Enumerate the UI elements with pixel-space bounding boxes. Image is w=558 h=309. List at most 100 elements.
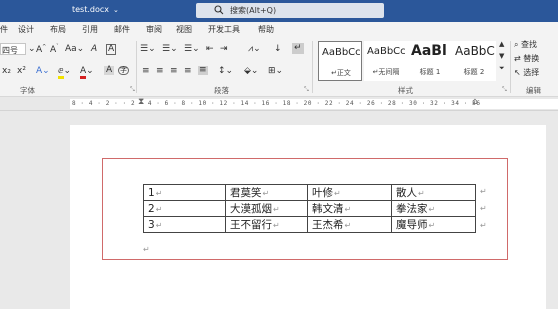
- style-heading-2[interactable]: AaBbC 标题 2: [452, 41, 496, 81]
- chevron-down-icon[interactable]: ⌄: [28, 45, 36, 54]
- tab-references[interactable]: 引用: [82, 24, 98, 35]
- table-cell[interactable]: 君莫笑↵: [225, 184, 308, 201]
- tab-help[interactable]: 帮助: [258, 24, 274, 35]
- cell-mark-icon: ↵: [428, 205, 436, 214]
- align-right-icon[interactable]: ≡: [170, 67, 178, 76]
- tab-view[interactable]: 视图: [176, 24, 192, 35]
- cell-mark-icon: ↵: [418, 189, 425, 198]
- font-dialog-launcher-icon[interactable]: ⤡: [130, 86, 135, 94]
- numbering-icon[interactable]: ☰⌄: [162, 45, 178, 54]
- table-cell[interactable]: 王杰希↵: [307, 216, 392, 233]
- right-indent-marker-icon[interactable]: ⌂: [472, 97, 478, 107]
- style-sample: AaBl: [411, 43, 447, 59]
- select-button[interactable]: ↖ 选择: [514, 69, 539, 77]
- table-cell[interactable]: 王不留行↵: [225, 216, 308, 233]
- font-size-dropdown[interactable]: 四号: [0, 43, 26, 55]
- find-button[interactable]: ⌕ 查找: [514, 41, 537, 49]
- align-left-icon[interactable]: ≡: [142, 67, 150, 76]
- document-title[interactable]: test.docx ⌄: [72, 5, 119, 14]
- group-label-editing: 编辑: [526, 86, 541, 95]
- cell-mark-icon: ↵: [334, 189, 341, 198]
- justify-icon[interactable]: ≡: [184, 67, 192, 76]
- cell-mark-icon: ↵: [428, 221, 436, 230]
- multilevel-list-icon[interactable]: ☰⌄: [184, 45, 200, 54]
- shrink-font-icon[interactable]: Aˇ: [50, 45, 59, 55]
- cell-text: 王不留行: [230, 219, 272, 231]
- grow-font-icon[interactable]: A^: [36, 45, 46, 55]
- cell-text: 散人: [396, 187, 417, 199]
- cell-text: 1: [148, 186, 155, 199]
- style-name: 标题 2: [463, 68, 485, 76]
- font-color-icon[interactable]: A⌄: [80, 66, 94, 79]
- paragraph-dialog-launcher-icon[interactable]: ⤡: [304, 86, 309, 94]
- paragraph-mark-icon: ↵: [143, 245, 150, 254]
- find-label: 查找: [521, 40, 538, 49]
- table-cell[interactable]: 拳法家↵: [391, 200, 476, 217]
- subscript-icon[interactable]: x₂: [2, 67, 11, 76]
- group-label-font: 字体: [20, 86, 35, 95]
- superscript-icon[interactable]: x²: [17, 67, 26, 76]
- horizontal-ruler[interactable]: 8 · 4 · 2 · · 2 · 4 · 6 · 8 · 10 · 12 · …: [0, 97, 558, 111]
- search-icon: ⌕: [514, 40, 519, 49]
- indent-marker-icon[interactable]: ⧗: [138, 97, 144, 107]
- tab-mailings[interactable]: 邮件: [114, 24, 130, 35]
- text-effect-icon[interactable]: A⌄: [36, 67, 50, 76]
- shading-icon[interactable]: ⬙⌄: [244, 67, 258, 76]
- table-cell[interactable]: 韩文清↵: [307, 200, 392, 217]
- table-cell[interactable]: 大漠孤烟↵: [225, 200, 308, 217]
- borders-icon[interactable]: ⊞⌄: [268, 67, 283, 76]
- ruler-numbers: 8 · 4 · 2 · · 2 · 4 · 6 · 8 · 10 · 12 · …: [72, 100, 481, 107]
- tab-file[interactable]: 件: [0, 24, 8, 35]
- style-no-spacing[interactable]: AaBbCc ↵无间隔: [364, 41, 408, 81]
- cell-text: 王杰希: [312, 219, 344, 231]
- decrease-indent-icon[interactable]: ⇤: [206, 45, 214, 54]
- table-cell[interactable]: 魔导师↵: [391, 216, 476, 233]
- styles-scroll-up-icon[interactable]: ▲: [499, 41, 504, 48]
- tab-review[interactable]: 审阅: [146, 24, 162, 35]
- styles-scroll-down-icon[interactable]: ▼: [499, 53, 504, 60]
- cursor-icon: ↖: [514, 68, 521, 77]
- char-shading-icon[interactable]: A: [104, 66, 115, 75]
- divider: [312, 41, 313, 93]
- chinese-layout-icon[interactable]: ⩘⌄: [248, 45, 261, 54]
- cell-text: 韩文清: [312, 203, 344, 215]
- group-label-paragraph: 段落: [214, 86, 229, 95]
- table-cell[interactable]: 3↵: [143, 216, 226, 233]
- sort-icon[interactable]: ↓: [274, 45, 282, 54]
- tab-developer[interactable]: 开发工具: [208, 24, 240, 35]
- style-normal[interactable]: AaBbCc ↵正文: [318, 41, 362, 81]
- distributed-icon[interactable]: ≡: [198, 66, 208, 75]
- styles-expand-icon[interactable]: ⏷: [499, 65, 505, 72]
- bullets-icon[interactable]: ☰⌄: [140, 45, 156, 54]
- cell-text: 君莫笑: [230, 187, 262, 199]
- table-cell[interactable]: 叶修↵: [307, 184, 392, 201]
- table-cell[interactable]: 散人↵: [391, 184, 476, 201]
- clear-formatting-icon[interactable]: A: [91, 45, 97, 54]
- table-cell[interactable]: 2↵: [143, 200, 226, 217]
- change-case-icon[interactable]: Aa⌄: [65, 45, 84, 54]
- align-center-icon[interactable]: ≡: [156, 67, 164, 76]
- table-cell[interactable]: 1↵: [143, 184, 226, 201]
- data-table[interactable]: 1↵ 君莫笑↵ 叶修↵ 散人↵ 2↵ 大漠孤烟↵ 韩文清↵ 拳法家↵ 3↵ 王不…: [143, 184, 476, 233]
- styles-dialog-launcher-icon[interactable]: ⤡: [502, 86, 507, 94]
- style-sample: AaBbCc: [322, 47, 361, 58]
- font-size-value: 四号: [2, 46, 18, 55]
- cell-text: 大漠孤烟: [230, 203, 272, 215]
- increase-indent-icon[interactable]: ⇥: [220, 45, 228, 54]
- page[interactable]: 1↵ 君莫笑↵ 叶修↵ 散人↵ 2↵ 大漠孤烟↵ 韩文清↵ 拳法家↵ 3↵ 王不…: [70, 125, 546, 309]
- search-icon: [214, 5, 224, 15]
- enclose-char-icon[interactable]: 字: [118, 66, 129, 75]
- divider: [136, 41, 137, 93]
- tab-layout[interactable]: 布局: [50, 24, 66, 35]
- highlight-icon[interactable]: ⅇ⌄: [58, 66, 71, 79]
- chevron-down-icon[interactable]: ⌄: [113, 6, 119, 14]
- show-marks-icon[interactable]: ↵: [292, 43, 304, 54]
- ribbon: 四号 ⌄ A^ Aˇ Aa⌄ A A x₂ x² A⌄ ⅇ⌄ A⌄ A 字 字体…: [0, 37, 558, 97]
- style-heading-1[interactable]: AaBl 标题 1: [408, 41, 452, 81]
- tab-design[interactable]: 设计: [18, 24, 34, 35]
- line-spacing-icon[interactable]: ↕⌄: [218, 67, 233, 76]
- search-box[interactable]: 搜索(Alt+Q): [196, 3, 384, 18]
- char-border-icon[interactable]: A: [106, 44, 117, 55]
- document-title-text: test.docx: [72, 5, 110, 14]
- replace-button[interactable]: ⇄ 替换: [514, 55, 539, 63]
